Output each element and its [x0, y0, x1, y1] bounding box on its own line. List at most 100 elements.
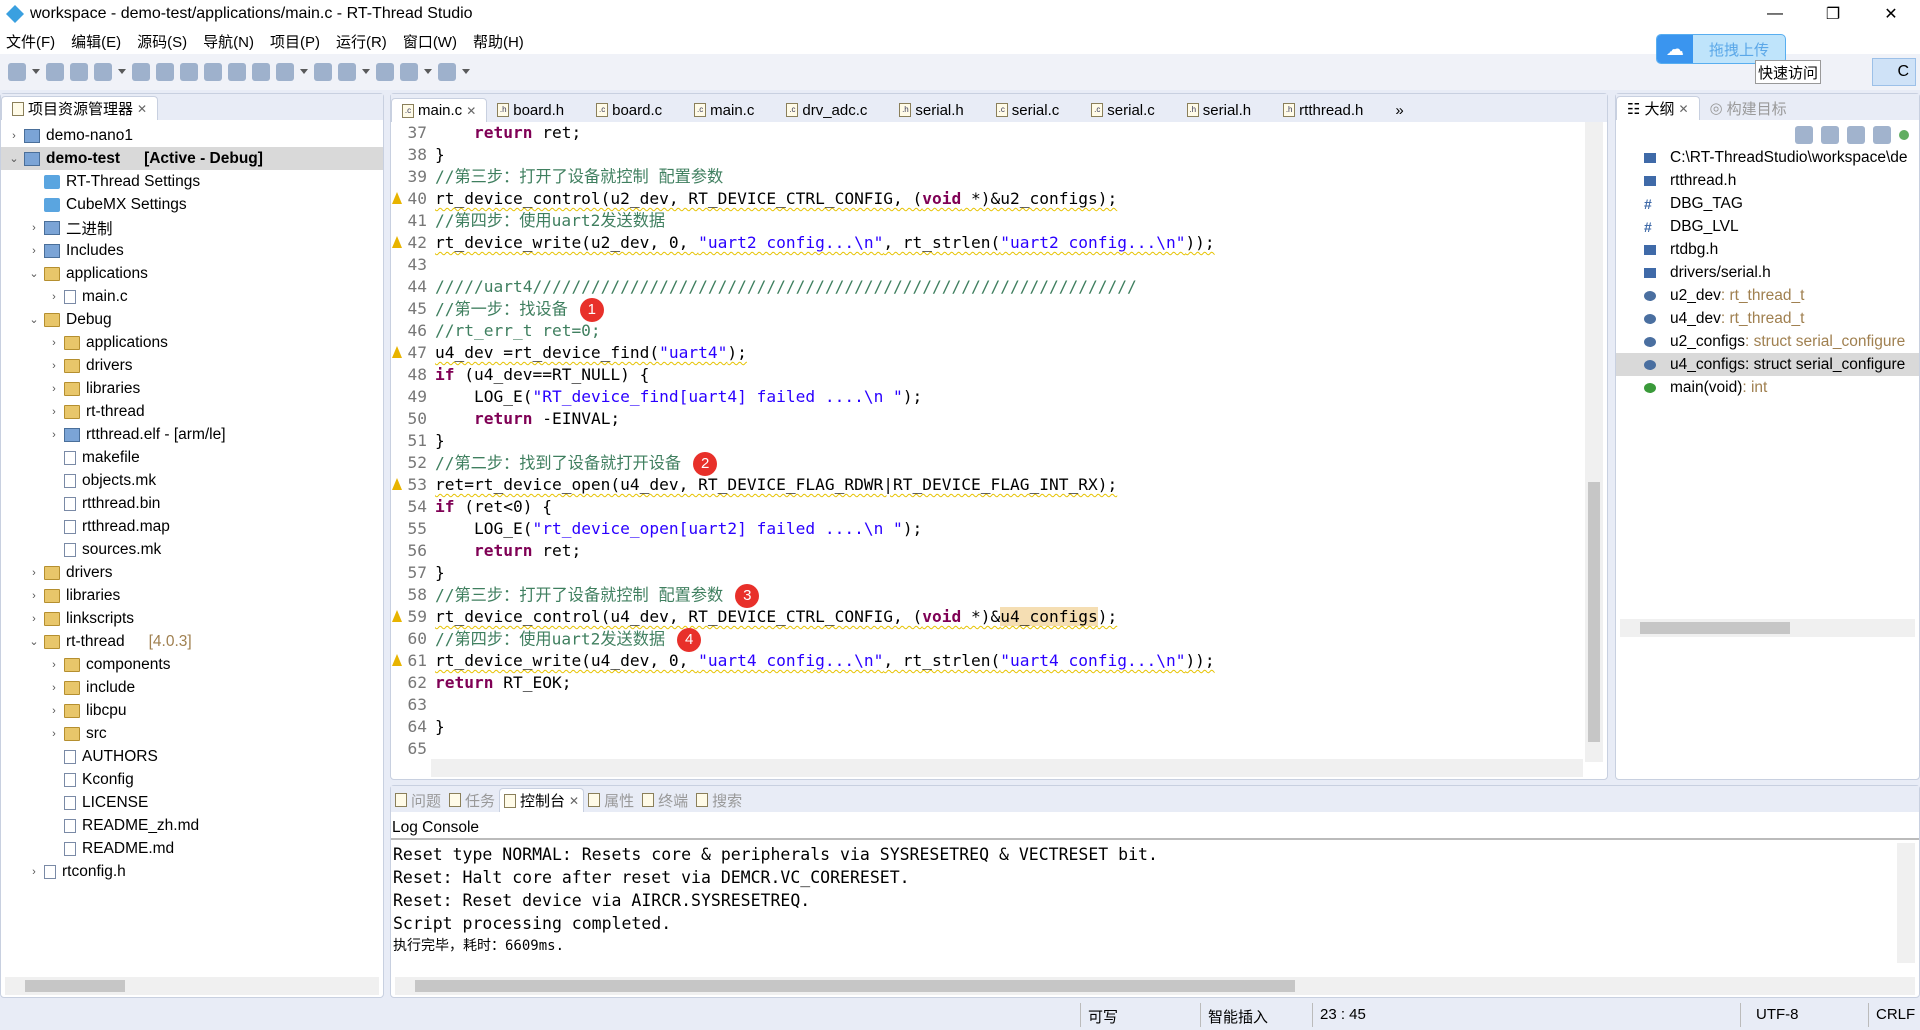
outline-item[interactable]: u4_configs : struct serial_configure [1616, 353, 1919, 376]
open-icon[interactable] [252, 63, 270, 81]
outline-item[interactable]: u2_dev : rt_thread_t [1616, 284, 1919, 307]
menu-item[interactable]: 文件(F) [6, 31, 55, 52]
editor-tab[interactable]: .h board.h [487, 98, 574, 122]
chevron-icon[interactable]: › [27, 590, 41, 602]
clean-icon[interactable] [132, 63, 150, 81]
bottom-tab[interactable]: 任务 [445, 788, 499, 812]
console-icon[interactable] [376, 63, 394, 81]
chevron-icon[interactable]: › [27, 222, 41, 234]
warning-icon[interactable] [392, 192, 402, 204]
warning-icon[interactable] [392, 236, 402, 248]
editor-tab[interactable]: .h serial.h [889, 98, 973, 122]
menu-item[interactable]: 编辑(E) [71, 31, 121, 52]
bottom-tab[interactable]: 终端 [638, 788, 692, 812]
tree-item[interactable]: › drivers [1, 561, 383, 584]
tree-item[interactable]: README.md [1, 837, 383, 860]
chevron-icon[interactable]: › [47, 705, 61, 717]
tree-item[interactable]: rtthread.map [1, 515, 383, 538]
save-all-icon[interactable] [70, 63, 88, 81]
tree-item[interactable]: › applications [1, 331, 383, 354]
tree-item[interactable]: makefile [1, 446, 383, 469]
bottom-tab[interactable]: 属性 [584, 788, 638, 812]
download-icon[interactable] [276, 63, 294, 81]
settings-icon[interactable] [156, 63, 174, 81]
chevron-icon[interactable]: › [47, 383, 61, 395]
tree-item[interactable]: CubeMX Settings [1, 193, 383, 216]
tab-project-explorer[interactable]: 项目资源管理器 ✕ [1, 96, 159, 120]
console-vertical-scrollbar[interactable] [1897, 843, 1915, 963]
tree-item[interactable]: AUTHORS [1, 745, 383, 768]
new-icon[interactable] [8, 63, 26, 81]
chevron-icon[interactable]: ⌄ [27, 267, 41, 280]
tree-item[interactable]: rtthread.bin [1, 492, 383, 515]
tree-item[interactable]: sources.mk [1, 538, 383, 561]
console-horizontal-scrollbar[interactable] [395, 977, 1915, 995]
dropdown-arrow-icon[interactable] [118, 69, 126, 75]
tree-item[interactable]: › linkscripts [1, 607, 383, 630]
editor-tab[interactable]: .h rtthread.h [1273, 98, 1373, 122]
editor-tab[interactable]: .c drv_adc.c [776, 98, 877, 122]
tree-item[interactable]: › 二进制 [1, 216, 383, 239]
menu-item[interactable]: 帮助(H) [473, 31, 524, 52]
outline-tab[interactable]: ◎ 构建目标 [1700, 96, 1797, 120]
tree-item[interactable]: objects.mk [1, 469, 383, 492]
outline-item[interactable]: # DBG_LVL [1616, 215, 1919, 238]
horizontal-scrollbar[interactable] [431, 759, 1583, 777]
chevron-icon[interactable]: › [7, 130, 21, 142]
flash-icon[interactable] [338, 63, 356, 81]
warning-icon[interactable] [392, 610, 402, 622]
terminal-icon[interactable] [180, 63, 198, 81]
tree-item[interactable]: › components [1, 653, 383, 676]
editor-tab[interactable]: .c serial.c [986, 98, 1070, 122]
restore-button[interactable]: ❐ [1804, 0, 1862, 28]
chevron-icon[interactable]: ⌄ [27, 635, 41, 648]
more-tabs-button[interactable]: » [1385, 98, 1413, 122]
outline-item[interactable]: rtthread.h [1616, 169, 1919, 192]
outline-item[interactable]: main(void) : int [1616, 376, 1919, 399]
menu-item[interactable]: 运行(R) [336, 31, 387, 52]
outline-item[interactable]: C:\RT-ThreadStudio\workspace\de [1616, 146, 1919, 169]
chevron-icon[interactable]: › [47, 429, 61, 441]
build-icon[interactable] [94, 63, 112, 81]
close-icon[interactable]: ✕ [137, 102, 147, 116]
tree-item[interactable]: › rtthread.elf - [arm/le] [1, 423, 383, 446]
warning-icon[interactable] [392, 478, 402, 490]
tree-item[interactable]: › drivers [1, 354, 383, 377]
chevron-icon[interactable]: › [47, 291, 61, 303]
warning-icon[interactable] [392, 654, 402, 666]
tree-item[interactable]: › Includes [1, 239, 383, 262]
menu-item[interactable]: 导航(N) [203, 31, 254, 52]
outline-item[interactable]: u4_dev : rt_thread_t [1616, 307, 1919, 330]
chevron-icon[interactable]: › [27, 567, 41, 579]
tree-item[interactable]: ⌄ applications [1, 262, 383, 285]
back-icon[interactable] [400, 63, 418, 81]
code-area[interactable]: 37 return ret; 38} 39//第三步：打开了设备就控制 配置参数 40… [391, 122, 1581, 762]
dropdown-arrow-icon[interactable] [300, 69, 308, 75]
tree-item[interactable]: › demo-nano1 [1, 124, 383, 147]
dropdown-arrow-icon[interactable] [424, 69, 432, 75]
menu-item[interactable]: 窗口(W) [403, 31, 457, 52]
bottom-tab[interactable]: 控制台 ✕ [499, 788, 585, 812]
dropdown-arrow-icon[interactable] [462, 69, 470, 75]
chevron-icon[interactable]: › [47, 659, 61, 671]
outline-tab[interactable]: ☷ 大纲 ✕ [1616, 96, 1700, 120]
minimize-button[interactable]: — [1746, 0, 1804, 28]
perspective-c-button[interactable]: C [1872, 58, 1916, 86]
close-icon[interactable]: ✕ [1678, 102, 1688, 116]
tree-item[interactable]: › include [1, 676, 383, 699]
chevron-icon[interactable]: › [47, 337, 61, 349]
horizontal-scrollbar[interactable] [1620, 619, 1915, 637]
chevron-icon[interactable]: ⌄ [27, 313, 41, 326]
editor-tab[interactable]: .c main.c [684, 98, 764, 122]
chevron-icon[interactable]: › [47, 728, 61, 740]
editor-tab[interactable]: .h serial.h [1177, 98, 1261, 122]
vertical-scrollbar[interactable] [1585, 122, 1603, 762]
quick-access-input[interactable]: 快速访问 [1755, 60, 1821, 84]
tree-item[interactable]: RT-Thread Settings [1, 170, 383, 193]
warning-icon[interactable] [392, 346, 402, 358]
chevron-icon[interactable]: › [27, 613, 41, 625]
close-button[interactable]: ✕ [1862, 0, 1920, 28]
dropdown-arrow-icon[interactable] [32, 69, 40, 75]
tree-item[interactable]: › src [1, 722, 383, 745]
outline-item[interactable]: u2_configs : struct serial_configure [1616, 330, 1919, 353]
